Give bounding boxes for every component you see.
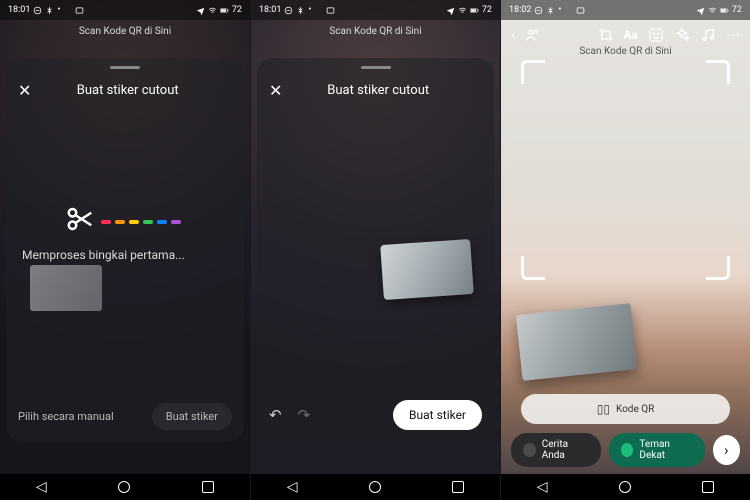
cut-dash-line: [101, 209, 185, 228]
qr-label-pill[interactable]: ▯▯ Kode QR: [521, 394, 730, 424]
avatar: [523, 443, 536, 457]
nav-back-icon[interactable]: ◁: [36, 480, 47, 494]
x-app-icon: [63, 6, 72, 15]
nav-recents-icon[interactable]: [202, 481, 214, 493]
android-status-bar: 18:01 • 72: [251, 0, 500, 20]
notif-dot-icon: •: [308, 5, 311, 15]
bluetooth-off-icon: [546, 6, 555, 15]
make-sticker-button-disabled: Buat stiker: [152, 403, 232, 430]
qr-scan-banner: Scan Kode QR di Sini: [0, 20, 250, 43]
notif-dot-icon: •: [57, 5, 60, 15]
story-share-row: Cerita Anda Teman Dekat ›: [511, 434, 740, 466]
nav-back-icon[interactable]: ◁: [537, 480, 548, 494]
dnd-icon: [534, 6, 543, 15]
phone-screenshot-1: 18:01 • 72 Scan Kode QR di Sini ✕ Buat s…: [0, 0, 250, 500]
message-icon: [326, 6, 335, 15]
battery-percent: 72: [482, 5, 492, 15]
your-story-label: Cerita Anda: [542, 439, 589, 461]
cutout-sticker-sheet: ✕ Buat stiker cutout ↶ ↷ Buat stiker: [257, 58, 494, 442]
close-friends-label: Teman Dekat: [639, 439, 692, 461]
message-icon: [576, 6, 585, 15]
nav-home-icon[interactable]: [619, 481, 631, 493]
x-app-icon: [314, 6, 323, 15]
android-nav-bar: ◁: [0, 474, 250, 500]
android-status-bar: 18:02 • 72: [501, 0, 750, 20]
nav-recents-icon[interactable]: [452, 481, 464, 493]
close-friends-chip[interactable]: Teman Dekat: [609, 433, 705, 467]
android-nav-bar: ◁: [251, 474, 500, 500]
battery-percent: 72: [232, 5, 242, 15]
nav-recents-icon[interactable]: [702, 481, 714, 493]
x-app-icon: [564, 6, 573, 15]
bluetooth-off-icon: [296, 6, 305, 15]
android-nav-bar: ◁: [501, 474, 750, 500]
battery-icon: [720, 6, 729, 15]
undo-icon[interactable]: ↶: [269, 406, 282, 424]
airplane-icon: [196, 6, 205, 15]
message-icon: [75, 6, 84, 15]
wifi-icon: [208, 6, 217, 15]
phone-screenshot-2: 18:01 • 72 Scan Kode QR di Sini ✕ Buat s…: [250, 0, 500, 500]
wifi-icon: [708, 6, 717, 15]
sheet-title: Buat stiker cutout: [23, 83, 232, 98]
pick-manually-link[interactable]: Pilih secara manual: [18, 410, 114, 423]
send-to-button[interactable]: ›: [713, 435, 740, 465]
qr-icon: ▯▯: [597, 402, 610, 416]
phone-screenshot-3: 18:02 • 72 ‹ Aa ⋯ Scan Kode QR di Sini ▯: [500, 0, 750, 500]
qr-scan-banner: Scan Kode QR di Sini: [501, 40, 750, 63]
qr-scan-frame: [521, 60, 730, 280]
placed-cutout-sticker[interactable]: [516, 303, 637, 381]
airplane-icon: [446, 6, 455, 15]
status-time: 18:02: [509, 5, 531, 15]
wifi-icon: [458, 6, 467, 15]
cutout-sticker-sheet: ✕ Buat stiker cutout Memproses bingkai p…: [6, 58, 244, 442]
source-video-thumb: [30, 265, 102, 311]
cutout-preview-thumb[interactable]: [380, 239, 474, 300]
android-status-bar: 18:01 • 72: [0, 0, 250, 20]
processing-text: Memproses bingkai pertama...: [6, 248, 244, 262]
battery-icon: [470, 6, 479, 15]
battery-icon: [220, 6, 229, 15]
dnd-icon: [33, 6, 42, 15]
star-icon: [621, 443, 634, 457]
make-sticker-button[interactable]: Buat stiker: [393, 400, 482, 430]
qr-scan-banner: Scan Kode QR di Sini: [251, 20, 500, 43]
nav-back-icon[interactable]: ◁: [287, 480, 298, 494]
airplane-icon: [696, 6, 705, 15]
scissors-icon: [65, 204, 185, 234]
status-time: 18:01: [8, 5, 30, 15]
redo-icon[interactable]: ↷: [298, 406, 311, 424]
qr-label-text: Kode QR: [616, 404, 654, 415]
battery-percent: 72: [732, 5, 742, 15]
sheet-title: Buat stiker cutout: [274, 83, 482, 98]
your-story-chip[interactable]: Cerita Anda: [511, 433, 601, 467]
nav-home-icon[interactable]: [118, 481, 130, 493]
nav-home-icon[interactable]: [369, 481, 381, 493]
bluetooth-off-icon: [45, 6, 54, 15]
dnd-icon: [284, 6, 293, 15]
notif-dot-icon: •: [558, 5, 561, 15]
status-time: 18:01: [259, 5, 281, 15]
